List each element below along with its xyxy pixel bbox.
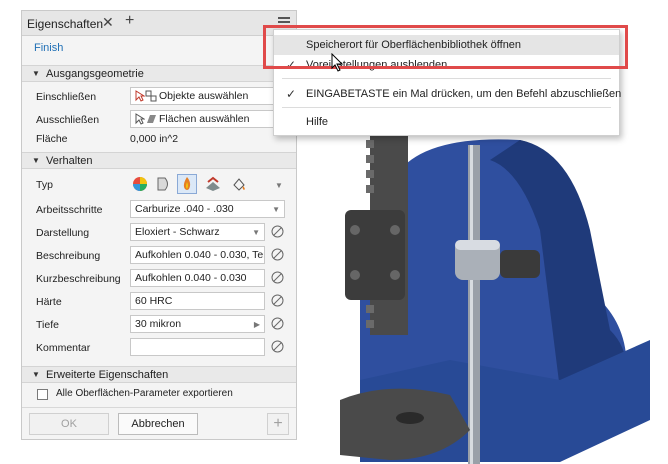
finish-link[interactable]: Finish xyxy=(34,42,63,54)
press-rod xyxy=(468,145,480,464)
chevron-down-icon[interactable]: ▼ xyxy=(275,181,283,190)
collapse-arrow-icon: ▼ xyxy=(32,370,40,379)
clear-override-icon[interactable] xyxy=(271,248,284,261)
clear-override-icon[interactable] xyxy=(271,340,284,353)
coating-type-icon[interactable] xyxy=(204,176,222,192)
einschliessen-select[interactable]: Objekte auswählen xyxy=(130,87,278,105)
einschliessen-label: Einschließen xyxy=(36,91,97,103)
haerte-value: 60 HRC xyxy=(135,295,173,307)
haerte-input[interactable]: 60 HRC xyxy=(130,292,265,310)
clear-override-icon[interactable] xyxy=(271,225,284,238)
menu-item-label: Hilfe xyxy=(306,116,329,128)
beschreibung-input[interactable]: Aufkohlen 0.040 - 0.030, Tem xyxy=(130,246,265,264)
add-button[interactable]: + xyxy=(267,413,289,435)
section-title: Erweiterte Eigenschaften xyxy=(46,369,169,381)
color-type-icon[interactable] xyxy=(132,176,148,192)
section-verhalten[interactable]: ▼ Verhalten xyxy=(22,152,296,169)
menu-item-label: EINGABETASTE ein Mal drücken, um den Bef… xyxy=(306,88,622,100)
section-title: Verhalten xyxy=(46,155,93,167)
darstellung-value: Eloxiert - Schwarz xyxy=(135,226,220,238)
tiefe-value: 30 mikron xyxy=(135,318,182,330)
chevron-down-icon: ▼ xyxy=(272,205,280,214)
tiefe-input[interactable]: 30 mikron ▶ xyxy=(130,315,265,333)
export-parameters-checkbox[interactable] xyxy=(37,389,48,400)
kurzbeschreibung-input[interactable]: Aufkohlen 0.040 - 0.030 xyxy=(130,269,265,287)
beschreibung-value: Aufkohlen 0.040 - 0.030, Tem xyxy=(135,249,265,261)
flaeche-value: 0,000 in^2 xyxy=(130,133,179,145)
paint-type-icon[interactable] xyxy=(231,176,247,192)
kurzbeschreibung-label: Kurzbeschreibung xyxy=(36,273,121,285)
mouse-cursor-icon xyxy=(331,53,344,72)
clear-override-icon[interactable] xyxy=(271,294,284,307)
section-title: Ausgangsgeometrie xyxy=(46,68,144,80)
chevron-right-icon: ▶ xyxy=(253,320,260,329)
pointer-icon xyxy=(135,90,145,102)
arbeitsschritte-value: Carburize .040 - .030 xyxy=(135,203,234,215)
properties-panel: Eigenschaften ✕ + Finish ▼ Ausgangsgeome… xyxy=(21,10,297,440)
collapse-arrow-icon: ▼ xyxy=(32,69,40,78)
beschreibung-label: Beschreibung xyxy=(36,250,101,262)
pointer-icon xyxy=(135,113,145,125)
ausschliessen-label: Ausschließen xyxy=(36,114,100,126)
section-ausgangsgeometrie[interactable]: ▼ Ausgangsgeometrie xyxy=(22,65,296,82)
abbrechen-button[interactable]: Abbrechen xyxy=(118,413,198,435)
ausschliessen-select[interactable]: Flächen auswählen xyxy=(130,110,278,128)
export-parameters-label: Alle Oberflächen-Parameter exportieren xyxy=(56,388,233,399)
clear-override-icon[interactable] xyxy=(271,271,284,284)
darstellung-label: Darstellung xyxy=(36,227,90,239)
kurzbeschreibung-value: Aufkohlen 0.040 - 0.030 xyxy=(135,272,247,284)
section-erweiterte-eigenschaften[interactable]: ▼ Erweiterte Eigenschaften xyxy=(22,366,296,383)
arbeitsschritte-label: Arbeitsschritte xyxy=(36,204,103,216)
chevron-down-icon: ▼ xyxy=(252,228,260,237)
arbeitsschritte-select[interactable]: Carburize .040 - .030 ▼ xyxy=(130,200,285,218)
kommentar-input[interactable] xyxy=(130,338,265,356)
menu-item-hilfe[interactable]: Hilfe xyxy=(274,112,619,132)
ram-block xyxy=(345,210,405,300)
checkmark-icon: ✓ xyxy=(286,87,297,101)
close-icon[interactable]: ✕ xyxy=(102,14,114,31)
add-tab-icon[interactable]: + xyxy=(125,12,134,30)
face-icon xyxy=(147,115,156,123)
menu-item-enter-once[interactable]: ✓ EINGABETASTE ein Mal drücken, um den B… xyxy=(274,84,622,104)
tiefe-label: Tiefe xyxy=(36,319,59,331)
ausschliessen-value: Flächen auswählen xyxy=(159,113,250,125)
tab-title[interactable]: Eigenschaften xyxy=(27,17,103,31)
ok-button[interactable]: OK xyxy=(29,413,109,435)
typ-label: Typ xyxy=(36,179,53,191)
highlight-box xyxy=(263,25,628,69)
flaeche-label: Fläche xyxy=(36,133,68,145)
kommentar-label: Kommentar xyxy=(36,342,91,354)
einschliessen-value: Objekte auswählen xyxy=(159,90,249,102)
cad-workspace: Eigenschaften ✕ + Finish ▼ Ausgangsgeome… xyxy=(0,0,668,464)
objects-icon xyxy=(145,90,157,102)
panel-tab-bar: Eigenschaften ✕ + xyxy=(22,11,296,36)
shape-type-icon[interactable] xyxy=(156,176,172,192)
collapse-arrow-icon: ▼ xyxy=(32,156,40,165)
haerte-label: Härte xyxy=(36,296,62,308)
clear-override-icon[interactable] xyxy=(271,317,284,330)
darstellung-select[interactable]: Eloxiert - Schwarz ▼ xyxy=(130,223,265,241)
heat-treatment-type-icon[interactable] xyxy=(177,174,197,194)
